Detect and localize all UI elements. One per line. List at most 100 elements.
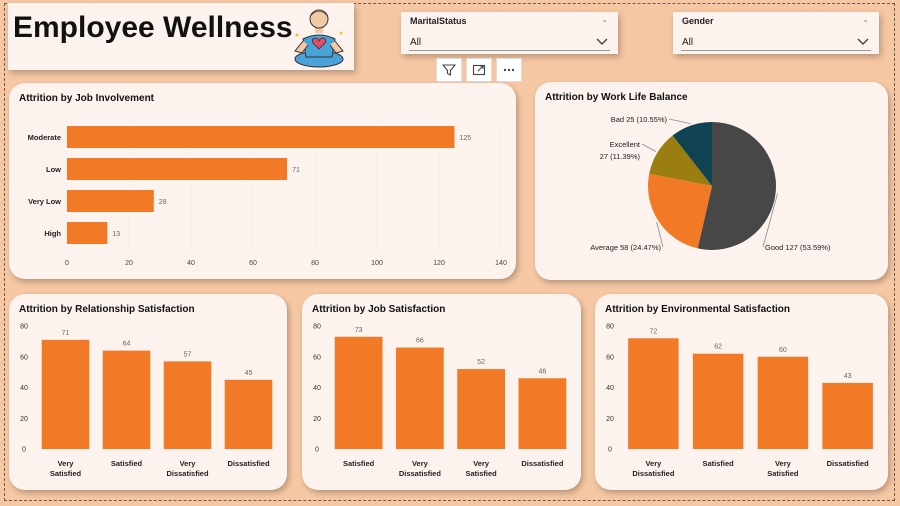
- bar: [628, 338, 679, 449]
- category-label: Very: [645, 459, 662, 468]
- category-label: Low: [46, 165, 61, 174]
- job-satisfaction-chart: 0 20 40 60 80 73 Satisfied 66 Very Dissatisfied 52…: [313, 324, 567, 478]
- bar: [334, 336, 383, 449]
- bar: [757, 356, 809, 449]
- x-tick-label: 60: [249, 260, 257, 267]
- bar: [102, 350, 151, 449]
- category-label: Dissatisfied: [227, 459, 270, 468]
- job-involvement-chart: 0 20 40 60 80 100 120 140 Moderate 125 Low 71 Very L…: [28, 121, 507, 267]
- data-label: 125: [460, 135, 472, 142]
- data-label: 13: [112, 231, 120, 238]
- bar: [692, 353, 744, 449]
- y-tick-label: 80: [20, 324, 28, 331]
- slicer-value: All: [410, 37, 422, 48]
- category-label: Very Low: [28, 197, 61, 206]
- category-label: Satisfied: [343, 459, 375, 468]
- slicer-underline: [409, 50, 610, 51]
- y-tick-label: 80: [313, 324, 321, 331]
- slicer-label: MaritalStatus: [410, 16, 467, 26]
- relationship-satisfaction-card: Attrition by Relationship Satisfaction 0…: [9, 294, 287, 490]
- y-tick-label: 0: [315, 447, 319, 454]
- bar: [518, 378, 567, 449]
- more-options-icon[interactable]: [496, 58, 522, 82]
- x-tick-label: 100: [371, 260, 383, 267]
- y-tick-label: 40: [20, 385, 28, 392]
- category-label: Very: [412, 459, 429, 468]
- slice-label-detail: 27 (11.39%): [600, 152, 641, 161]
- category-label: High: [44, 229, 61, 238]
- chevron-down-icon: ⌄: [862, 15, 869, 24]
- category-label: Dissatisfied: [166, 469, 209, 478]
- work-life-balance-card: Attrition by Work Life Balance Good 127 …: [535, 82, 888, 280]
- category-label: Very: [775, 459, 792, 468]
- environmental-satisfaction-chart: 02040608072VeryDissatisfied62Satisfied60…: [606, 324, 873, 478]
- x-tick-label: 120: [433, 260, 445, 267]
- category-label: Satisfied: [111, 459, 143, 468]
- y-tick-label: 60: [20, 354, 28, 361]
- bar: [67, 190, 154, 212]
- leader-line: [668, 118, 691, 124]
- y-tick-label: 40: [606, 385, 614, 392]
- relationship-satisfaction-chart: 02040608071VerySatisfied64Satisfied57Ver…: [20, 324, 273, 478]
- data-label: 62: [714, 344, 722, 351]
- y-tick-label: 40: [313, 385, 321, 392]
- bar: [67, 222, 108, 244]
- data-label: 73: [355, 327, 363, 334]
- category-label: Satisfied: [702, 459, 734, 468]
- job-satisfaction-card: Attrition by Job Satisfaction 0 20 40 60 80 7…: [302, 294, 581, 490]
- category-label: Satisfied: [50, 469, 82, 478]
- y-tick-label: 0: [608, 447, 612, 454]
- title-card: Employee Wellness: [8, 3, 354, 70]
- filter-icon[interactable]: [436, 58, 462, 82]
- x-tick-label: 140: [495, 260, 507, 267]
- work-life-balance-chart: Good 127 (53.59%) Average 58 (24.47%) Exce…: [590, 115, 831, 252]
- environmental-satisfaction-card: Attrition by Environmental Satisfaction …: [595, 294, 888, 490]
- category-label: Satisfied: [465, 469, 497, 478]
- y-tick-label: 20: [313, 416, 321, 423]
- page-title: Employee Wellness: [13, 11, 293, 44]
- bar: [67, 126, 455, 148]
- x-tick-label: 0: [65, 260, 69, 267]
- data-label: 57: [184, 351, 192, 358]
- chevron-down-icon[interactable]: [596, 38, 608, 46]
- data-label: 72: [649, 328, 657, 335]
- x-tick-label: 40: [187, 260, 195, 267]
- slice-label: Bad 25 (10.55%): [611, 115, 668, 124]
- data-label: 52: [477, 359, 485, 366]
- bar: [41, 339, 90, 449]
- category-label: Very: [180, 459, 197, 468]
- slicer-underline: [681, 50, 871, 51]
- bar: [163, 361, 212, 449]
- data-label: 43: [844, 373, 852, 380]
- data-label: 46: [538, 368, 546, 375]
- bar: [822, 382, 873, 449]
- slicer-value: All: [682, 37, 694, 48]
- data-label: 45: [245, 370, 253, 377]
- leader-line: [641, 143, 656, 152]
- category-label: Dissatisfied: [521, 459, 564, 468]
- category-label: Very: [473, 459, 490, 468]
- data-label: 71: [62, 330, 70, 337]
- chevron-down-icon[interactable]: [857, 38, 869, 46]
- category-label: Satisfied: [767, 469, 799, 478]
- category-label: Dissatisfied: [827, 459, 870, 468]
- data-label: 28: [159, 199, 167, 206]
- marital-status-slicer[interactable]: MaritalStatus ⌄ All: [401, 12, 618, 54]
- bar: [395, 347, 444, 449]
- data-label: 66: [416, 338, 424, 345]
- visual-toolbar: [436, 58, 522, 82]
- data-label: 64: [123, 341, 131, 348]
- y-tick-label: 60: [313, 354, 321, 361]
- category-label: Dissatisfied: [632, 469, 675, 478]
- meditation-icon: [294, 9, 344, 68]
- bar: [224, 379, 273, 449]
- data-label: 71: [292, 167, 300, 174]
- y-tick-label: 20: [20, 416, 28, 423]
- focus-mode-icon[interactable]: [466, 58, 492, 82]
- bar: [457, 369, 506, 449]
- gender-slicer[interactable]: Gender ⌄ All: [673, 12, 879, 54]
- category-label: Very: [58, 459, 75, 468]
- slice-label: Good 127 (53.59%): [765, 243, 831, 252]
- x-tick-label: 80: [311, 260, 319, 267]
- data-label: 60: [779, 347, 787, 354]
